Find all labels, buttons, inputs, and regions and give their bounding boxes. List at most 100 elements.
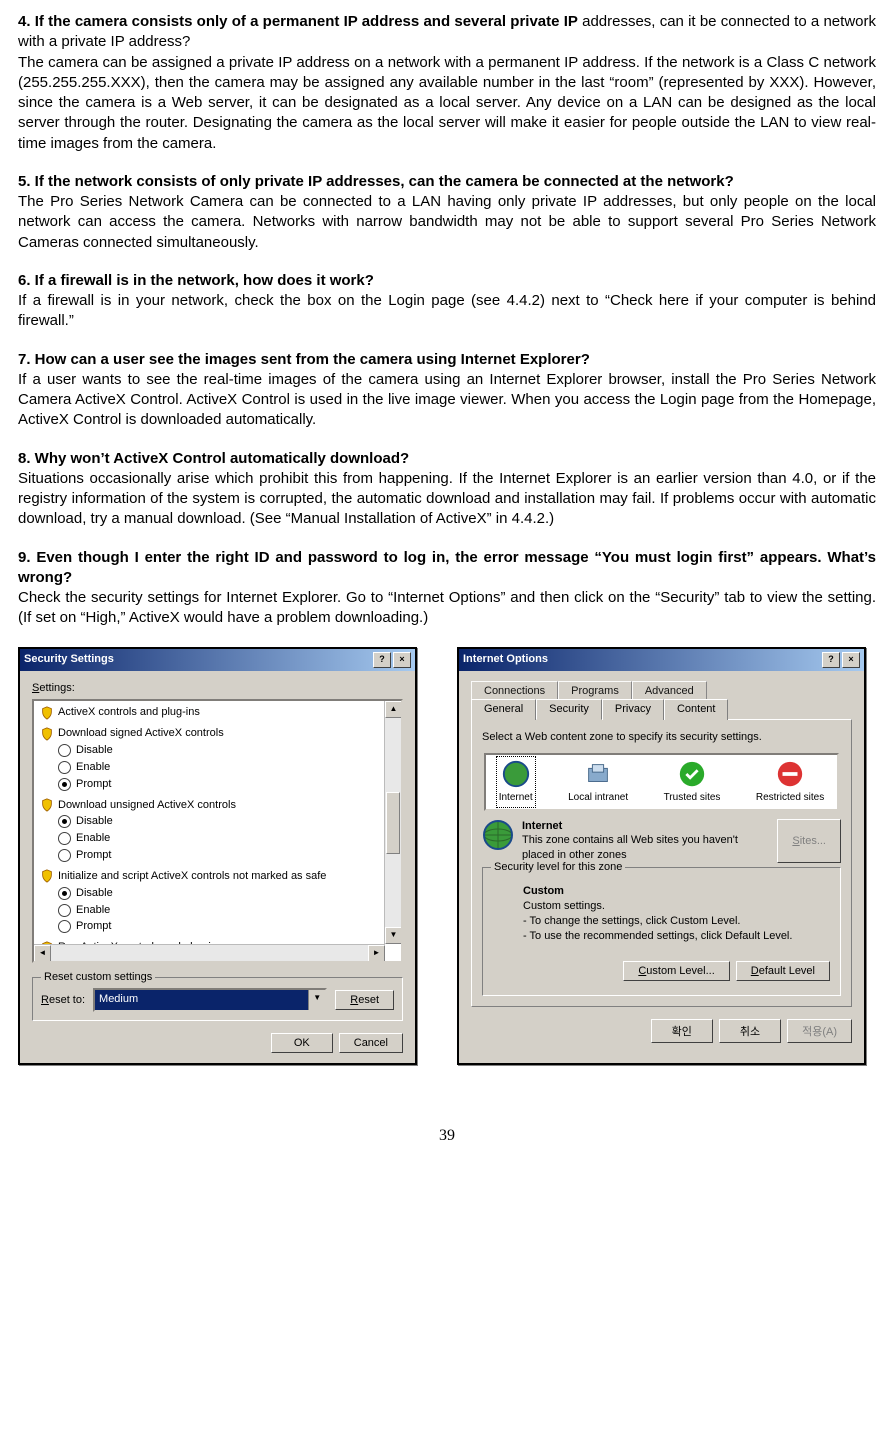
security-tab-panel: Select a Web content zone to specify its… <box>471 719 852 1007</box>
zone-description: Internet This zone contains all Web site… <box>482 819 841 864</box>
chevron-down-icon[interactable]: ▼ <box>308 990 325 1010</box>
close-icon[interactable]: × <box>393 652 411 668</box>
tab-row-front: GeneralSecurityPrivacyContent <box>471 699 852 720</box>
reset-button[interactable]: Reset <box>335 990 394 1010</box>
radio-icon <box>58 761 71 774</box>
custom-line1: Custom settings. <box>523 899 830 914</box>
titlebar: Security Settings ? × <box>20 649 415 671</box>
radio-option[interactable]: Prompt <box>58 919 395 934</box>
reset-legend: Reset custom settings <box>41 970 155 985</box>
scroll-left-icon[interactable]: ◄ <box>34 945 51 962</box>
faq-item-4: 4. If the camera consists only of a perm… <box>18 12 876 154</box>
faq-item-7: 7. How can a user see the images sent fr… <box>18 350 876 431</box>
q7-title: 7. How can a user see the images sent fr… <box>18 350 876 370</box>
radio-option[interactable]: Enable <box>58 903 395 918</box>
settings-listbox[interactable]: ActiveX controls and plug-ins Download si… <box>32 699 403 963</box>
custom-label: Custom <box>523 884 830 899</box>
q5-body: The Pro Series Network Camera can be con… <box>18 192 876 253</box>
reset-to-label: Reset to: <box>41 993 85 1008</box>
q6-body: If a firewall is in your network, check … <box>18 291 876 332</box>
radio-option[interactable]: Disable <box>58 814 395 829</box>
default-level-button[interactable]: Default Level <box>736 961 830 981</box>
tab-connections[interactable]: Connections <box>471 681 558 701</box>
scroll-up-icon[interactable]: ▲ <box>385 701 402 718</box>
tab-advanced[interactable]: Advanced <box>632 681 707 701</box>
security-level-fieldset: Security level for this zone Custom Cust… <box>482 867 841 996</box>
shield-icon <box>40 706 54 720</box>
zone-restricted-sites[interactable]: Restricted sites <box>756 759 824 805</box>
scroll-down-icon[interactable]: ▼ <box>385 927 402 944</box>
zone-icon <box>775 759 805 789</box>
radio-icon <box>58 849 71 862</box>
dialog-title: Internet Options <box>463 652 548 667</box>
custom-line2: - To change the settings, click Custom L… <box>523 914 830 929</box>
help-icon[interactable]: ? <box>822 652 840 668</box>
zone-local-intranet[interactable]: Local intranet <box>568 759 628 805</box>
zone-trusted-sites[interactable]: Trusted sites <box>664 759 721 805</box>
tab-programs[interactable]: Programs <box>558 681 632 701</box>
faq-item-9: 9. Even though I enter the right ID and … <box>18 548 876 629</box>
q5-title: 5. If the network consists of only priva… <box>18 172 876 192</box>
radio-icon <box>58 887 71 900</box>
globe-icon <box>482 819 514 851</box>
radio-option[interactable]: Disable <box>58 743 395 758</box>
tab-security[interactable]: Security <box>536 699 602 720</box>
radio-icon <box>58 744 71 757</box>
tab-privacy[interactable]: Privacy <box>602 699 664 720</box>
tab-content[interactable]: Content <box>664 699 729 720</box>
radio-icon <box>58 832 71 845</box>
zone-icon <box>677 759 707 789</box>
ok-button[interactable]: OK <box>271 1033 333 1053</box>
radio-option[interactable]: Enable <box>58 831 395 846</box>
scroll-thumb[interactable] <box>386 792 400 854</box>
q9-title: 9. Even though I enter the right ID and … <box>18 548 876 589</box>
cancel-button[interactable]: Cancel <box>339 1033 403 1053</box>
custom-level-button[interactable]: Custom Level... <box>623 961 729 981</box>
radio-option[interactable]: Disable <box>58 886 395 901</box>
dialog-title: Security Settings <box>24 652 114 667</box>
shield-icon <box>40 727 54 741</box>
help-icon[interactable]: ? <box>373 652 391 668</box>
reset-level-combo[interactable]: Medium ▼ <box>93 988 327 1012</box>
settings-label: Settings: <box>32 681 403 696</box>
internet-options-dialog: Internet Options ? × ConnectionsPrograms… <box>457 647 866 1066</box>
shield-icon <box>40 798 54 812</box>
titlebar: Internet Options ? × <box>459 649 864 671</box>
zone-internet[interactable]: Internet <box>499 759 533 805</box>
q7-body: If a user wants to see the real-time ima… <box>18 370 876 431</box>
ok-button[interactable]: 확인 <box>651 1019 713 1043</box>
setting-group: Download signed ActiveX controls <box>40 726 395 741</box>
radio-icon <box>58 920 71 933</box>
radio-icon <box>58 815 71 828</box>
setting-group: ActiveX controls and plug-ins <box>40 705 395 720</box>
security-settings-dialog: Security Settings ? × Settings: ActiveX … <box>18 647 417 1066</box>
radio-icon <box>58 904 71 917</box>
close-icon[interactable]: × <box>842 652 860 668</box>
q4-title-bold: 4. If the camera consists only of a perm… <box>18 13 578 30</box>
scrollbar-horizontal[interactable]: ◄ ► <box>34 944 385 961</box>
apply-button: 적용(A) <box>787 1019 852 1043</box>
sites-button: Sites... <box>777 819 841 864</box>
radio-option[interactable]: Prompt <box>58 777 395 792</box>
faq-item-8: 8. Why won’t ActiveX Control automatical… <box>18 449 876 530</box>
page-number: 39 <box>18 1125 876 1147</box>
scroll-right-icon[interactable]: ► <box>368 945 385 962</box>
q8-title: 8. Why won’t ActiveX Control automatical… <box>18 449 876 469</box>
q9-body: Check the security settings for Internet… <box>18 588 876 629</box>
setting-group: Initialize and script ActiveX controls n… <box>40 869 395 884</box>
zone-list: Internet Local intranet Trusted sites Restr… <box>484 753 839 811</box>
dialog-screenshots: Security Settings ? × Settings: ActiveX … <box>18 647 876 1066</box>
cancel-button[interactable]: 취소 <box>719 1019 781 1043</box>
tab-general[interactable]: General <box>471 699 536 720</box>
shield-icon <box>40 869 54 883</box>
q6-title: 6. If a firewall is in the network, how … <box>18 271 876 291</box>
zone-icon <box>583 759 613 789</box>
setting-group: Download unsigned ActiveX controls <box>40 798 395 813</box>
q8-body: Situations occasionally arise which proh… <box>18 469 876 530</box>
radio-option[interactable]: Enable <box>58 760 395 775</box>
zone-icon <box>501 759 531 789</box>
scrollbar-vertical[interactable]: ▲ ▼ <box>384 701 401 944</box>
faq-item-5: 5. If the network consists of only priva… <box>18 172 876 253</box>
radio-option[interactable]: Prompt <box>58 848 395 863</box>
reset-fieldset: Reset custom settings Reset to: Medium ▼… <box>32 977 403 1021</box>
